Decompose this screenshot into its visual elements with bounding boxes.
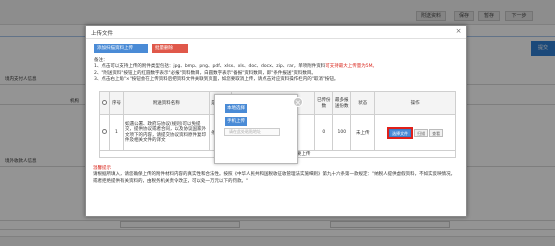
add-scan-upload-button[interactable]: 添加扫描资料上传 xyxy=(94,44,148,53)
warning-block: 温馨提示 请根据所填入，请您确保上传的附件材料内容的真实性和合法性。按照《中华人… xyxy=(93,166,458,185)
row-index: 1 xyxy=(108,114,124,151)
notes-block: 备注： 1、点击可以支持上传的附件类型包括：jpg、bmp、png、pdf、xl… xyxy=(94,58,459,84)
select-all-checkbox[interactable] xyxy=(99,91,110,115)
mobile-upload-button[interactable]: 手机上传 xyxy=(225,117,247,126)
warning-text: 请根据所填入，请您确保上传的附件材料内容的真实性和合法性。按照《中华人民共和国税… xyxy=(93,172,456,184)
row-status: 未上传 xyxy=(350,114,376,151)
col-uploaded: 已传份数 xyxy=(314,91,334,115)
row-max: 100 xyxy=(332,114,352,151)
note-line-3: 3、点击右上角"×"按钮会在上传资料后把资料文件关联到页面，如您要取消上传，请点… xyxy=(94,77,339,83)
row-doc-name: 如遇公署、政府与协议(规则)可以免提交，提供协议或者合同，以及协议国家外文项下的… xyxy=(122,114,210,151)
col-action: 操作 xyxy=(374,91,456,115)
popup-close-icon[interactable]: × xyxy=(293,97,303,107)
row-uploaded: 0 xyxy=(314,114,334,151)
local-select-button[interactable]: 本地选择 xyxy=(225,104,247,113)
col-name: 附送资料名称 xyxy=(122,91,210,115)
col-index: 序号 xyxy=(108,91,124,115)
scan-button[interactable]: 扫描 xyxy=(414,128,429,137)
address-input[interactable]: 请在此处粘贴地址 xyxy=(224,128,280,136)
select-file-highlight: 选择文件 xyxy=(387,126,414,139)
batch-delete-button[interactable]: 批量删除 xyxy=(152,44,188,53)
row-checkbox-input[interactable] xyxy=(101,129,107,134)
row-checkbox[interactable] xyxy=(99,114,110,151)
view-button[interactable]: 查看 xyxy=(429,128,444,137)
select-file-button[interactable]: 选择文件 xyxy=(389,128,412,137)
col-max: 最多报送份数 xyxy=(332,91,352,115)
col-status: 状态 xyxy=(350,91,376,115)
close-icon[interactable]: × xyxy=(455,28,462,35)
dialog-title: 上传文件 xyxy=(91,31,114,37)
note-highlight: 可支持最大上传量为5M。 xyxy=(325,64,377,70)
divider xyxy=(86,38,466,39)
select-all-checkbox-input[interactable] xyxy=(101,99,107,105)
row-actions: 选择文件 扫描 查看 xyxy=(374,114,456,151)
